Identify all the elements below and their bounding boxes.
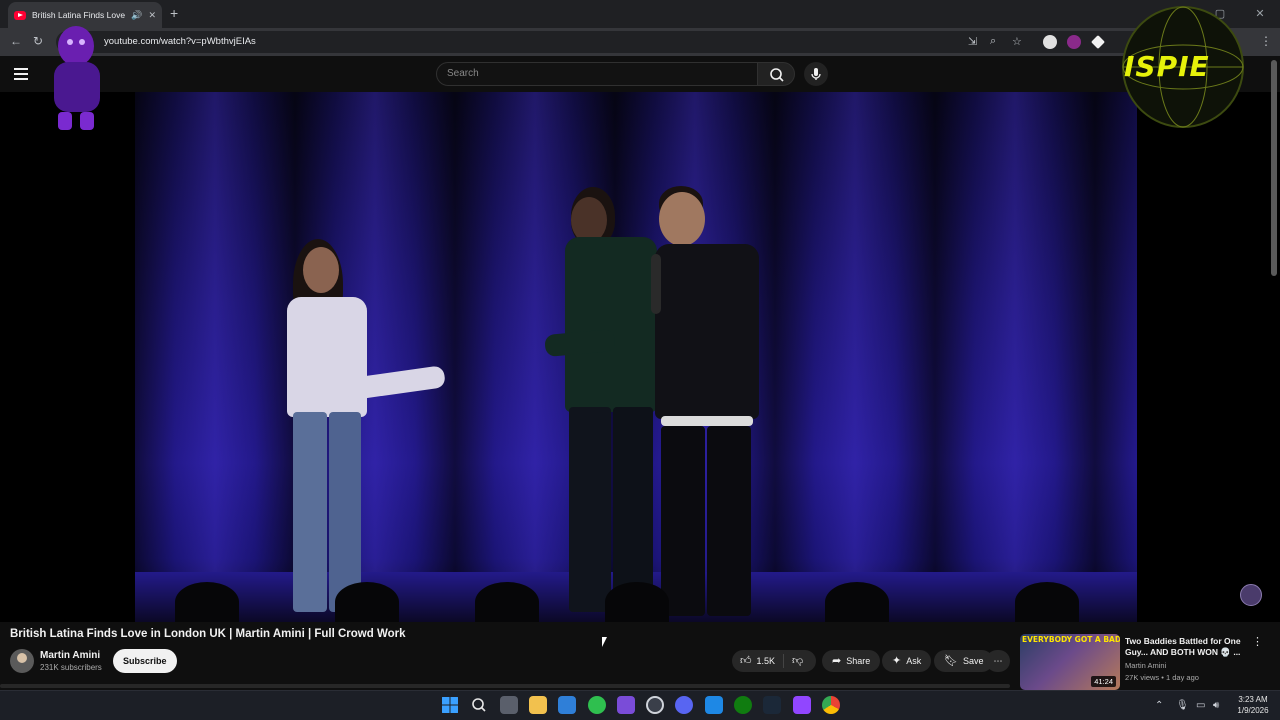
page-scrollbar[interactable]	[1271, 60, 1277, 276]
ask-label: Ask	[906, 656, 922, 666]
sticker-text: ISPIE	[1124, 50, 1210, 83]
thumbs-down-icon: 👎︎	[792, 655, 804, 667]
search-icon	[770, 68, 784, 82]
browser-menu-icon[interactable]: ⋮	[1260, 34, 1272, 48]
back-arrow-icon[interactable]: ←	[10, 34, 22, 48]
subscriber-count: 231K subscribers	[40, 663, 102, 672]
audience-head	[175, 582, 239, 622]
more-horizontal-icon: ⋯	[993, 656, 1003, 666]
subscribe-button[interactable]: Subscribe	[113, 649, 177, 673]
performer-woman	[275, 237, 455, 622]
dislike-button[interactable]: 👎︎	[784, 650, 803, 672]
performer-man-green	[544, 187, 665, 617]
mouse-cursor-icon	[602, 637, 612, 647]
video-title: British Latina Finds Love in London UK |…	[10, 628, 406, 640]
tray-chevron-icon[interactable]: ⌃	[1155, 700, 1163, 711]
mail-icon[interactable]	[705, 696, 723, 714]
tray-microphone-icon[interactable]: 🎙︎	[1176, 700, 1189, 711]
like-dislike-group: 👍︎ 1.5K 👎︎	[732, 650, 816, 672]
install-app-icon[interactable]: ⇲	[968, 35, 977, 48]
file-explorer-icon[interactable]	[529, 696, 547, 714]
video-player[interactable]	[0, 92, 1280, 622]
video-duration: 41:24	[1091, 676, 1116, 687]
purple-mascot-sticker	[54, 26, 100, 130]
tray-volume-icon[interactable]: 🔊︎	[1213, 700, 1219, 711]
channel-avatar[interactable]	[10, 649, 34, 673]
bookmark-icon: 🔖︎	[944, 655, 958, 667]
microphone-icon	[811, 68, 821, 80]
extension-icon-1[interactable]	[1043, 35, 1057, 49]
app-green-icon[interactable]	[588, 696, 606, 714]
youtube-favicon-icon	[14, 10, 26, 20]
store-icon[interactable]	[558, 696, 576, 714]
share-arrow-icon: ➦	[832, 655, 842, 667]
url-text[interactable]: youtube.com/watch?v=pWbthvjEIAs	[104, 36, 256, 47]
thumbs-up-icon: 👍︎	[740, 655, 752, 667]
twitch-icon[interactable]	[793, 696, 811, 714]
like-count: 1.5K	[756, 656, 776, 666]
description-box-edge	[0, 684, 1010, 688]
chrome-icon[interactable]	[822, 696, 840, 714]
more-vertical-icon[interactable]: ⋮	[1252, 635, 1263, 648]
audience-head	[825, 582, 889, 622]
bookmark-star-icon[interactable]: ☆	[1012, 35, 1022, 48]
share-button[interactable]: ➦ Share	[822, 650, 881, 672]
audience-head	[335, 582, 399, 622]
save-button[interactable]: 🔖︎ Save	[934, 650, 994, 672]
browser-tab-bar: British Latina Finds Love in 🔊 ✕ + — ▢ ✕	[0, 0, 1280, 28]
thumbnail-banner-text: EVERYBODY GOT A BADDIE	[1022, 635, 1120, 644]
clock-date: 1/9/2026	[1237, 706, 1269, 715]
ispie-globe-sticker: ISPIE	[1118, 4, 1248, 130]
windows-start-icon[interactable]	[441, 696, 459, 714]
address-bar[interactable]: youtube.com/watch?v=pWbthvjEIAs ⇲ ⌕ ☆	[56, 31, 1156, 53]
tab-close-icon[interactable]: ✕	[148, 10, 156, 21]
system-clock[interactable]: 3:23 AM 1/9/2026	[1232, 694, 1274, 716]
channel-watermark-icon[interactable]	[1240, 584, 1262, 606]
new-tab-button[interactable]: +	[170, 6, 178, 20]
windows-taskbar: ⌃ 🎙︎ ▭ 🔊︎ 3:23 AM 1/9/2026	[0, 690, 1280, 720]
steam-icon[interactable]	[763, 696, 781, 714]
sparkle-icon: ✦	[892, 655, 902, 667]
voice-search-button[interactable]	[804, 62, 828, 86]
zoom-icon[interactable]: ⌕	[990, 35, 996, 48]
audience-head	[1015, 582, 1079, 622]
menu-hamburger-icon[interactable]	[14, 68, 28, 80]
save-label: Save	[962, 656, 984, 666]
clock-time: 3:23 AM	[1238, 695, 1268, 704]
discord-icon[interactable]	[675, 696, 693, 714]
ask-button[interactable]: ✦ Ask	[882, 650, 932, 672]
audience-head	[475, 582, 539, 622]
search-input[interactable]: Search	[436, 62, 758, 86]
speaker-icon[interactable]: 🔊	[131, 10, 142, 21]
video-frame-stage	[135, 92, 1137, 622]
xbox-icon[interactable]	[734, 696, 752, 714]
youtube-masthead: Search	[0, 56, 1280, 92]
recommended-video-thumbnail[interactable]: EVERYBODY GOT A BADDIE 41:24	[1020, 634, 1120, 690]
recommended-video-title[interactable]: Two Baddies Battled for One Guy... AND B…	[1125, 636, 1243, 658]
tray-display-icon[interactable]: ▭	[1196, 700, 1205, 711]
share-label: Share	[846, 656, 871, 666]
extension-icon-2[interactable]	[1067, 35, 1081, 49]
recommended-video-meta: 27K views • 1 day ago	[1125, 673, 1199, 682]
audience-head	[605, 582, 669, 622]
performer-comedian	[651, 184, 765, 620]
app-grid-icon[interactable]	[617, 696, 635, 714]
more-actions-button[interactable]: ⋯	[986, 650, 1010, 672]
browser-toolbar: ← ↻ youtube.com/watch?v=pWbthvjEIAs ⇲ ⌕ …	[0, 28, 1280, 56]
taskbar-search-icon[interactable]	[470, 696, 488, 714]
app-circle-icon[interactable]	[646, 696, 664, 714]
recommended-video-channel[interactable]: Martin Amini	[1125, 661, 1166, 670]
like-button[interactable]: 👍︎ 1.5K	[732, 654, 784, 668]
search-button[interactable]	[757, 62, 795, 86]
channel-name[interactable]: Martin Amini	[40, 650, 100, 661]
task-view-icon[interactable]	[500, 696, 518, 714]
